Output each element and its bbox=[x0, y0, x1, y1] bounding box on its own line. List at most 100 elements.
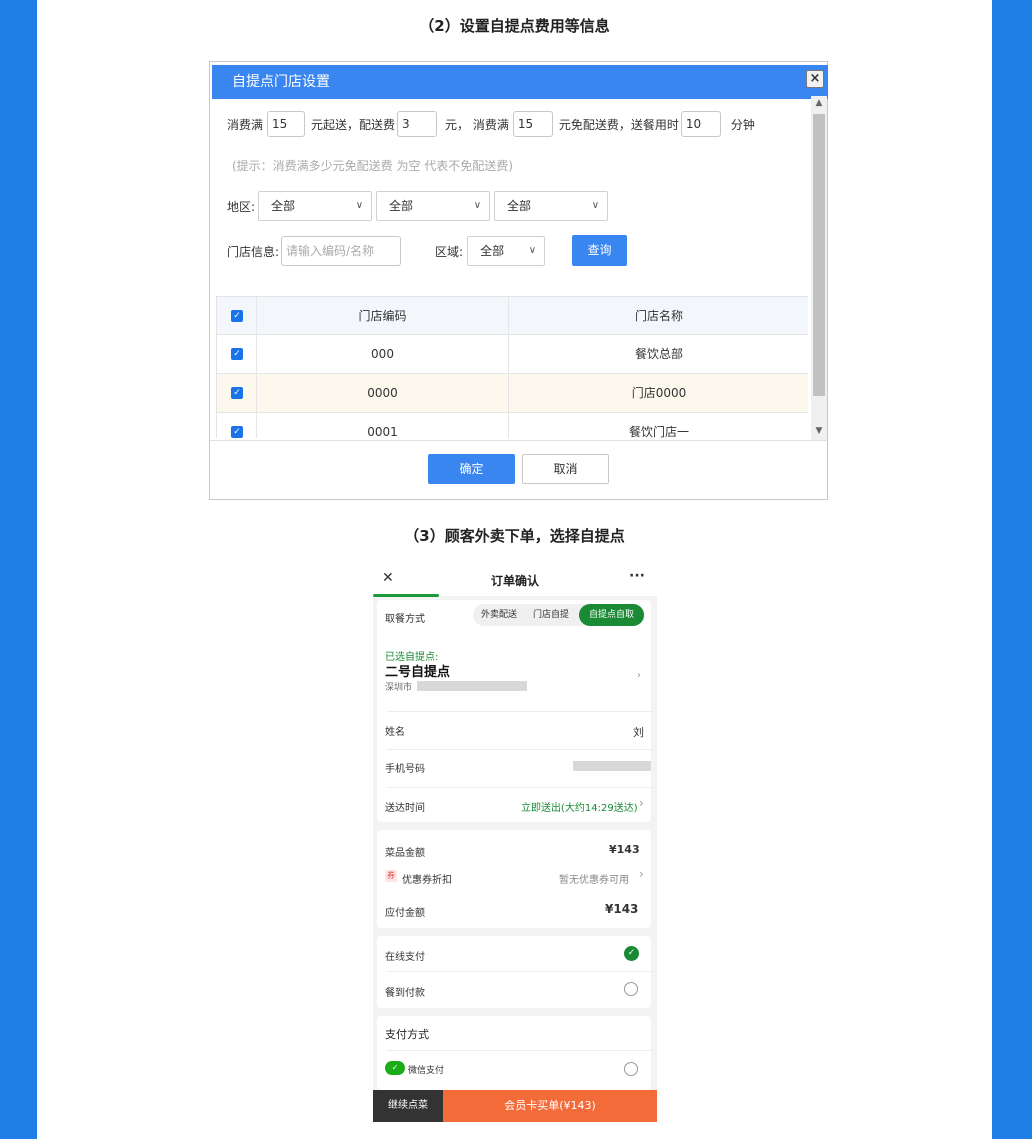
region-row: 地区: 全部 ∨ 全部 ∨ 全部 ∨ bbox=[227, 191, 609, 221]
store-info-label: 门店信息: bbox=[227, 244, 280, 259]
loading-progress-bar bbox=[373, 594, 439, 597]
pickup-method-segmented: 外卖配送 门店自提 自提点自取 bbox=[473, 604, 645, 626]
area-label: 区域: bbox=[435, 244, 464, 259]
store-name: 餐饮总部 bbox=[634, 347, 683, 361]
pay-method-title: 支付方式 bbox=[385, 1028, 429, 1041]
phone-top-bar: ✕ 订单确认 ··· bbox=[373, 566, 657, 596]
section-2-title: （2）设置自提点费用等信息 bbox=[419, 17, 610, 35]
store-name: 门店0000 bbox=[631, 386, 687, 400]
phone-number-label: 手机号码 bbox=[385, 764, 425, 775]
store-search-row: 门店信息: 请输入编码/名称 区域: 全部 ∨ bbox=[227, 236, 546, 266]
store-name: 餐饮门店一 bbox=[628, 425, 689, 438]
chevron-down-icon: ∨ bbox=[591, 200, 600, 211]
online-pay-label: 在线支付 bbox=[385, 952, 425, 963]
min-spend-input[interactable]: 15 bbox=[267, 111, 306, 137]
chevron-right-icon[interactable]: › bbox=[637, 670, 641, 681]
coupon-value[interactable]: 暂无优惠券可用 bbox=[559, 871, 629, 886]
chevron-down-icon: ∨ bbox=[473, 200, 482, 211]
table-row[interactable]: ✓ 0001 餐饮门店一 bbox=[217, 413, 808, 438]
member-card-pay-button[interactable]: 会员卡买单(¥143) bbox=[443, 1090, 657, 1122]
chevron-right-icon[interactable]: › bbox=[639, 867, 644, 881]
option-pickup-point[interactable]: 自提点自取 bbox=[579, 604, 645, 626]
region-select-district[interactable]: 全部 ∨ bbox=[494, 191, 609, 221]
dialog-footer-divider bbox=[210, 440, 827, 441]
order-confirm-phone-screen: ✕ 订单确认 ··· 取餐方式 外卖配送 门店自提 自提点自取 已选自提点: 二… bbox=[373, 566, 657, 1122]
payable-label: 应付金额 bbox=[385, 908, 425, 919]
chevron-right-icon[interactable]: › bbox=[639, 796, 644, 810]
row-checkbox[interactable]: ✓ bbox=[231, 426, 243, 438]
store-code: 0001 bbox=[257, 413, 509, 438]
dish-amount-value: ¥143 bbox=[609, 843, 640, 856]
delivery-time-label: 元免配送费，送餐用时 bbox=[558, 117, 679, 132]
payable-value: ¥143 bbox=[605, 902, 639, 916]
region-select-district-value: 全部 bbox=[507, 199, 532, 213]
region-select-city-value: 全部 bbox=[389, 199, 414, 213]
wechat-pay-label: 微信支付 bbox=[408, 1066, 445, 1076]
scroll-up-icon[interactable]: ▲ bbox=[811, 96, 827, 110]
payment-method-card: 支付方式 ✓ 微信支付 bbox=[377, 1016, 651, 1090]
delivery-time-value[interactable]: 立即送出(大约14:29送达) bbox=[521, 799, 638, 814]
divider bbox=[387, 711, 651, 712]
amount-card: 菜品金额 ¥143 券 优惠券折扣 暂无优惠券可用 › 应付金额 ¥143 bbox=[377, 830, 651, 928]
free-delivery-input[interactable]: 15 bbox=[512, 111, 553, 137]
close-icon[interactable]: × bbox=[806, 70, 824, 88]
row-checkbox[interactable]: ✓ bbox=[231, 348, 243, 360]
region-label: 地区: bbox=[227, 199, 256, 214]
selected-point-name[interactable]: 二号自提点 bbox=[385, 661, 450, 680]
region-select-city[interactable]: 全部 ∨ bbox=[376, 191, 491, 221]
left-blue-border bbox=[0, 0, 37, 1139]
area-select[interactable]: 全部 ∨ bbox=[467, 236, 546, 266]
radio-unchecked-icon[interactable] bbox=[624, 982, 638, 996]
coupon-label: 优惠券折扣 bbox=[402, 875, 452, 886]
name-label: 姓名 bbox=[385, 727, 405, 738]
store-code: 0000 bbox=[257, 374, 509, 413]
table-row[interactable]: ✓ 000 餐饮总部 bbox=[217, 335, 808, 374]
dialog-header: 自提点门店设置 bbox=[212, 65, 828, 99]
option-delivery[interactable]: 外卖配送 bbox=[481, 604, 517, 626]
confirm-button[interactable]: 确定 bbox=[428, 454, 515, 484]
table-row[interactable]: ✓ 0000 门店0000 bbox=[217, 374, 808, 413]
check-circle-icon[interactable]: ✓ bbox=[624, 946, 639, 961]
phone-number-redacted bbox=[573, 761, 651, 771]
query-button[interactable]: 查询 bbox=[572, 235, 627, 266]
region-select-province-value: 全部 bbox=[271, 199, 296, 213]
row-check-cell: ✓ bbox=[217, 413, 257, 438]
scrollbar-thumb[interactable] bbox=[813, 114, 825, 396]
cod-label: 餐到付款 bbox=[385, 988, 425, 999]
scroll-down-icon[interactable]: ▼ bbox=[811, 424, 827, 438]
region-select-province[interactable]: 全部 ∨ bbox=[258, 191, 373, 221]
fee-settings-row: 消费满 15 元起送，配送费 3 元， 消费满 15 元免配送费，送餐用时 10… bbox=[227, 110, 755, 138]
free-delivery-label: 元， 消费满 bbox=[445, 117, 509, 132]
more-icon[interactable]: ··· bbox=[629, 568, 645, 584]
divider bbox=[387, 787, 651, 788]
section-3-title: （3）顾客外卖下单，选择自提点 bbox=[404, 527, 625, 545]
divider bbox=[387, 1050, 651, 1051]
radio-unchecked-icon[interactable] bbox=[624, 1062, 638, 1076]
minutes-label: 分钟 bbox=[730, 117, 755, 132]
divider bbox=[387, 749, 651, 750]
store-search-input[interactable]: 请输入编码/名称 bbox=[281, 236, 402, 266]
name-value[interactable]: 刘 bbox=[633, 724, 644, 740]
coupon-icon: 券 bbox=[385, 870, 397, 882]
continue-ordering-button[interactable]: 继续点菜 bbox=[373, 1090, 443, 1122]
delivery-fee-input[interactable]: 3 bbox=[397, 111, 438, 137]
table-header-row: ✓ 门店编码 门店名称 bbox=[217, 296, 808, 336]
delivery-time-label: 送达时间 bbox=[385, 803, 425, 814]
row-checkbox[interactable]: ✓ bbox=[231, 387, 243, 399]
row-check-cell: ✓ bbox=[217, 335, 257, 374]
dialog-scrollbar[interactable]: ▲ ▼ bbox=[811, 96, 827, 440]
select-all-checkbox[interactable]: ✓ bbox=[231, 310, 243, 322]
phone-page-title: 订单确认 bbox=[490, 574, 539, 588]
wechat-icon: ✓ bbox=[385, 1061, 405, 1075]
dish-amount-label: 菜品金额 bbox=[385, 848, 425, 859]
store-code: 000 bbox=[257, 335, 509, 374]
cancel-button[interactable]: 取消 bbox=[522, 454, 609, 484]
right-blue-border bbox=[992, 0, 1032, 1139]
delivery-time-input[interactable]: 10 bbox=[680, 111, 721, 137]
option-store-pickup[interactable]: 门店自提 bbox=[533, 604, 569, 626]
chevron-down-icon: ∨ bbox=[528, 245, 537, 256]
delivery-fee-label: 元起送，配送费 bbox=[311, 117, 396, 132]
row-check-cell: ✓ bbox=[217, 374, 257, 413]
pickup-info-card: 取餐方式 外卖配送 门店自提 自提点自取 已选自提点: 二号自提点 深圳市 › … bbox=[377, 600, 651, 822]
selected-point-address: 深圳市 bbox=[385, 683, 413, 693]
